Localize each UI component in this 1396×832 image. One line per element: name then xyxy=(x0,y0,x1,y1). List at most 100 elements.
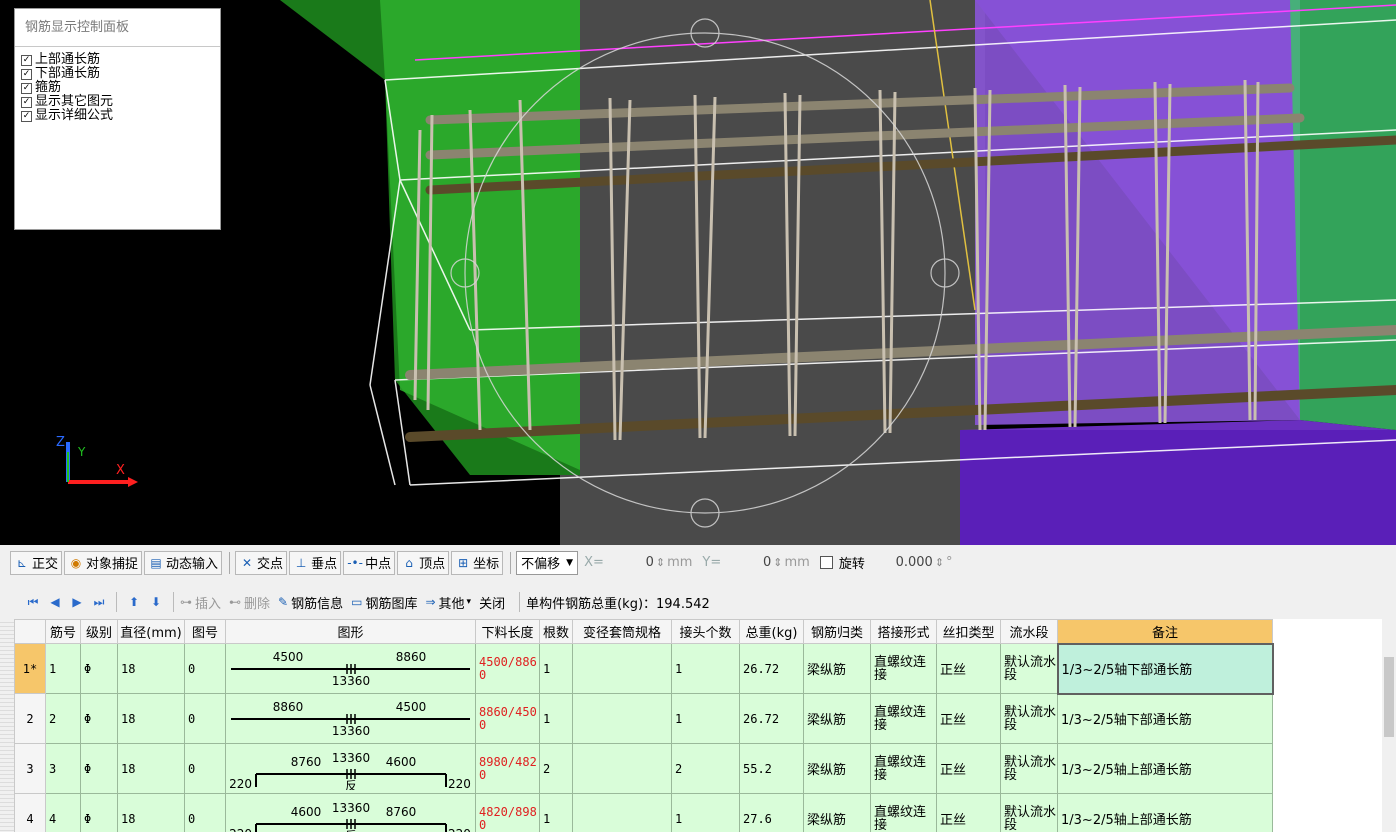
checkbox[interactable]: ✓ xyxy=(21,96,32,108)
row-header[interactable]: 3 xyxy=(14,743,46,794)
coordinate-button[interactable]: ⊞ 坐标 xyxy=(451,550,504,575)
thread-type-cell[interactable]: 正丝 xyxy=(936,643,1001,694)
scrollbar-thumb[interactable] xyxy=(1384,657,1394,737)
perpendicular-button[interactable]: ⊥ 垂点 xyxy=(289,550,342,575)
joint-count-cell[interactable]: 1 xyxy=(671,793,740,832)
checkbox[interactable]: ✓ xyxy=(21,110,32,122)
rotate-checkbox[interactable] xyxy=(819,556,833,569)
count-cell[interactable]: 1 xyxy=(539,693,573,744)
table-row[interactable]: 44Φ1804600133608760220220反4820/89801127.… xyxy=(14,793,1273,832)
diameter-cell[interactable]: 18 xyxy=(117,743,185,794)
rotate-input[interactable]: 0.000 xyxy=(865,555,935,570)
cut-length-cell[interactable]: 8860/4500 xyxy=(475,693,540,744)
remark-cell[interactable]: 1/3~2/5轴上部通长筋 xyxy=(1057,793,1273,832)
panel-item[interactable]: ✓ 显示其它图元 xyxy=(21,95,220,109)
midpoint-button[interactable]: -•- 中点 xyxy=(343,550,396,575)
column-header[interactable]: 总重(kg) xyxy=(739,619,804,644)
diameter-cell[interactable]: 18 xyxy=(117,643,185,694)
row-header[interactable]: 2 xyxy=(14,693,46,744)
remark-cell[interactable]: 1/3~2/5轴下部通长筋 xyxy=(1056,642,1274,695)
checkbox[interactable]: ✓ xyxy=(21,68,32,80)
count-cell[interactable]: 2 xyxy=(539,743,573,794)
x-input[interactable]: 0 xyxy=(606,555,656,570)
joint-count-cell[interactable]: 2 xyxy=(671,743,740,794)
object-snap-button[interactable]: ◉ 对象捕捉 xyxy=(64,550,143,575)
flow-section-cell[interactable]: 默认流水段 xyxy=(1000,743,1058,794)
joint-count-cell[interactable]: 1 xyxy=(671,693,740,744)
remark-cell[interactable]: 1/3~2/5轴下部通长筋 xyxy=(1057,693,1273,744)
intersection-button[interactable]: ✕ 交点 xyxy=(235,550,288,575)
lap-type-cell[interactable]: 直螺纹连接 xyxy=(870,643,937,694)
cut-length-cell[interactable]: 8980/4820 xyxy=(475,743,540,794)
cut-length-cell[interactable]: 4500/8860 xyxy=(475,643,540,694)
bar-no-cell[interactable]: 3 xyxy=(45,743,81,794)
insert-button[interactable]: ⊶ 插入 xyxy=(180,593,221,612)
y-spinner-icon[interactable]: ⇕ xyxy=(773,556,782,569)
bar-no-cell[interactable]: 2 xyxy=(45,693,81,744)
shape-cell[interactable]: 8760 13360 4600 220 220 反 xyxy=(225,743,476,794)
thread-type-cell[interactable]: 正丝 xyxy=(936,693,1001,744)
bar-no-cell[interactable]: 1 xyxy=(45,643,81,694)
table-row[interactable]: 3 3 Φ 18 0 8760 13360 4600 220 220 反 8980/4820 2 2 55.… xyxy=(14,743,1273,794)
column-header[interactable]: 丝扣类型 xyxy=(936,619,1001,644)
panel-item[interactable]: ✓ 箍筋 xyxy=(21,81,220,95)
lap-type-cell[interactable]: 直螺纹连接 xyxy=(870,693,937,744)
vertical-scrollbar[interactable] xyxy=(1382,619,1396,832)
flow-section-cell[interactable]: 默认流水段 xyxy=(1000,693,1058,744)
checkbox[interactable]: ✓ xyxy=(21,54,32,66)
grade-cell[interactable]: Φ xyxy=(80,693,118,744)
column-header[interactable]: 图形 xyxy=(225,619,476,644)
remark-cell[interactable]: 1/3~2/5轴上部通长筋 xyxy=(1057,743,1273,794)
first-record-icon[interactable]: ⏮ xyxy=(22,595,44,610)
diameter-cell[interactable]: 18 xyxy=(117,793,185,832)
table-row[interactable]: 2 2 Φ 18 0 8860 13360 4500 8860/4500 1 1 26.72 梁纵筋 直螺… xyxy=(14,693,1273,744)
shape-cell[interactable]: 8860 13360 4500 xyxy=(225,693,476,744)
sleeve-spec-cell[interactable] xyxy=(572,693,672,744)
rebar-library-button[interactable]: ▭ 钢筋图库 xyxy=(351,593,417,612)
column-header[interactable]: 接头个数 xyxy=(671,619,740,644)
shape-cell[interactable]: 4600133608760220220反 xyxy=(225,793,476,832)
figure-no-cell[interactable]: 0 xyxy=(184,643,226,694)
column-header[interactable]: 搭接形式 xyxy=(870,619,937,644)
total-weight-cell[interactable]: 27.6 xyxy=(739,793,804,832)
previous-record-icon[interactable]: ◀ xyxy=(44,595,66,609)
figure-no-cell[interactable]: 0 xyxy=(184,693,226,744)
column-header[interactable]: 备注 xyxy=(1057,619,1273,644)
cut-length-cell[interactable]: 4820/8980 xyxy=(475,793,540,832)
total-weight-cell[interactable]: 26.72 xyxy=(739,643,804,694)
dynamic-input-button[interactable]: ▤ 动态输入 xyxy=(144,550,223,575)
flow-section-cell[interactable]: 默认流水段 xyxy=(1000,793,1058,832)
rebar-category-cell[interactable]: 梁纵筋 xyxy=(803,693,871,744)
count-cell[interactable]: 1 xyxy=(539,793,573,832)
figure-no-cell[interactable]: 0 xyxy=(184,793,226,832)
orthogonal-button[interactable]: ⊾ 正交 xyxy=(10,550,63,575)
bar-no-cell[interactable]: 4 xyxy=(45,793,81,832)
move-up-icon[interactable]: ⬆ xyxy=(123,595,145,609)
rebar-table[interactable]: 筋号 级别 直径(mm) 图号 图形 下料长度 根数 变径套筒规格 接头个数 总重(kg) 钢筋归类… xyxy=(14,619,1382,832)
total-weight-cell[interactable]: 26.72 xyxy=(739,693,804,744)
panel-item[interactable]: ✓ 上部通长筋 xyxy=(21,53,220,67)
offset-select[interactable]: 不偏移 ▼ xyxy=(516,550,579,575)
grade-cell[interactable]: Φ xyxy=(80,743,118,794)
row-header[interactable]: 1* xyxy=(14,643,46,694)
thread-type-cell[interactable]: 正丝 xyxy=(936,793,1001,832)
diameter-cell[interactable]: 18 xyxy=(117,693,185,744)
thread-type-cell[interactable]: 正丝 xyxy=(936,743,1001,794)
rebar-category-cell[interactable]: 梁纵筋 xyxy=(803,743,871,794)
vertex-button[interactable]: ⌂ 顶点 xyxy=(397,550,450,575)
lap-type-cell[interactable]: 直螺纹连接 xyxy=(870,743,937,794)
rebar-category-cell[interactable]: 梁纵筋 xyxy=(803,643,871,694)
total-weight-cell[interactable]: 55.2 xyxy=(739,743,804,794)
column-header[interactable]: 变径套筒规格 xyxy=(572,619,672,644)
close-button[interactable]: 关闭 xyxy=(479,593,505,612)
shape-cell[interactable]: 4500 13360 8860 xyxy=(225,643,476,694)
checkbox[interactable]: ✓ xyxy=(21,82,32,94)
count-cell[interactable]: 1 xyxy=(539,643,573,694)
grade-cell[interactable]: Φ xyxy=(80,643,118,694)
delete-button[interactable]: ⊷ 删除 xyxy=(229,593,270,612)
lap-type-cell[interactable]: 直螺纹连接 xyxy=(870,793,937,832)
last-record-icon[interactable]: ⏭ xyxy=(88,595,110,610)
other-menu-button[interactable]: ⇒ 其他 ▾ xyxy=(425,593,471,612)
rotate-spinner-icon[interactable]: ⇕ xyxy=(935,556,944,569)
column-header[interactable]: 下料长度 xyxy=(475,619,540,644)
